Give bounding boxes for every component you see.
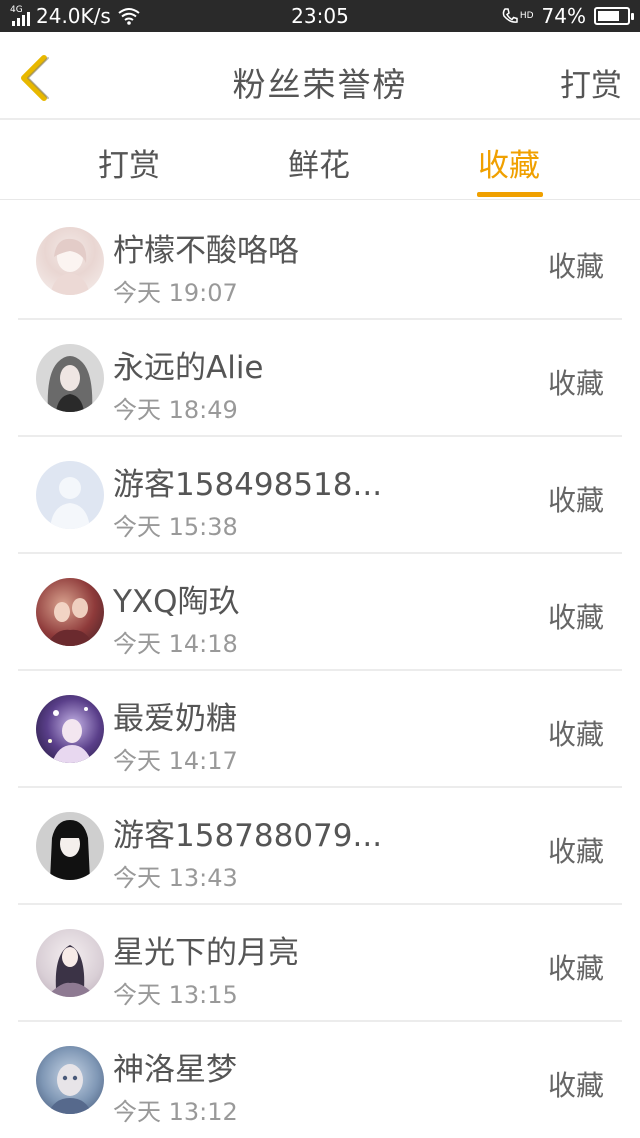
user-name: 永远的Alie — [113, 350, 264, 386]
list-item[interactable]: 游客158788079... 今天 13:43 收藏 — [18, 788, 622, 905]
active-tab-indicator — [477, 192, 543, 197]
item-time: 今天 13:15 — [113, 981, 238, 1009]
item-time: 今天 14:18 — [113, 630, 238, 658]
item-action-label: 收藏 — [547, 601, 604, 634]
item-time: 今天 15:38 — [113, 513, 238, 541]
item-action-label: 收藏 — [547, 952, 604, 985]
status-right: HD 74% — [501, 4, 634, 28]
page-title: 粉丝荣誉榜 — [232, 65, 408, 104]
item-time: 今天 14:17 — [113, 747, 238, 775]
tab-favorites[interactable]: 收藏 — [478, 140, 540, 185]
status-bar: 4G 24.0K/s 23:05 HD 74% — [0, 0, 640, 32]
avatar — [36, 929, 104, 997]
item-time: 今天 13:12 — [113, 1098, 238, 1126]
tab-flowers[interactable]: 鲜花 — [288, 140, 350, 185]
list-item[interactable]: 游客158498518... 今天 15:38 收藏 — [18, 437, 622, 554]
default-avatar-icon — [36, 461, 104, 529]
hd-call-icon: HD — [501, 7, 534, 25]
reward-button[interactable]: 打赏 — [560, 60, 622, 105]
user-name: 游客158498518... — [113, 467, 383, 503]
list-item[interactable]: 星光下的月亮 今天 13:15 收藏 — [18, 905, 622, 1022]
list-item[interactable]: 最爱奶糖 今天 14:17 收藏 — [18, 671, 622, 788]
tab-bar: 打赏 鲜花 收藏 — [0, 122, 640, 200]
item-time: 今天 18:49 — [113, 396, 238, 424]
tab-reward[interactable]: 打赏 — [98, 140, 160, 185]
fan-list: 柠檬不酸咯咯 今天 19:07 收藏 永远的Alie 今天 18:49 收藏 游… — [18, 203, 622, 1138]
avatar — [36, 227, 104, 295]
item-action-label: 收藏 — [547, 835, 604, 868]
avatar — [36, 1046, 104, 1114]
list-item[interactable]: 神洛星梦 今天 13:12 收藏 — [18, 1022, 622, 1138]
list-item[interactable]: 柠檬不酸咯咯 今天 19:07 收藏 — [18, 203, 622, 320]
nav-bar: 粉丝荣誉榜 打赏 — [0, 32, 640, 120]
user-name: 柠檬不酸咯咯 — [113, 233, 299, 269]
list-item[interactable]: 永远的Alie 今天 18:49 收藏 — [18, 320, 622, 437]
item-action-label: 收藏 — [547, 1069, 604, 1102]
item-time: 今天 19:07 — [113, 279, 238, 307]
avatar — [36, 578, 104, 646]
item-action-label: 收藏 — [547, 718, 604, 751]
user-name: 游客158788079... — [113, 818, 383, 854]
battery-percent: 74% — [541, 4, 586, 28]
list-item[interactable]: YXQ陶玖 今天 14:18 收藏 — [18, 554, 622, 671]
item-time: 今天 13:43 — [113, 864, 238, 892]
hd-label: HD — [519, 11, 534, 21]
battery-icon — [594, 7, 634, 25]
user-name: 最爱奶糖 — [113, 701, 237, 737]
item-action-label: 收藏 — [547, 250, 604, 283]
user-name: YXQ陶玖 — [113, 584, 240, 620]
battery-level — [598, 11, 619, 21]
user-name: 神洛星梦 — [113, 1052, 237, 1088]
item-action-label: 收藏 — [547, 484, 604, 517]
avatar — [36, 344, 104, 412]
item-action-label: 收藏 — [547, 367, 604, 400]
avatar — [36, 812, 104, 880]
user-name: 星光下的月亮 — [113, 935, 299, 971]
avatar — [36, 695, 104, 763]
